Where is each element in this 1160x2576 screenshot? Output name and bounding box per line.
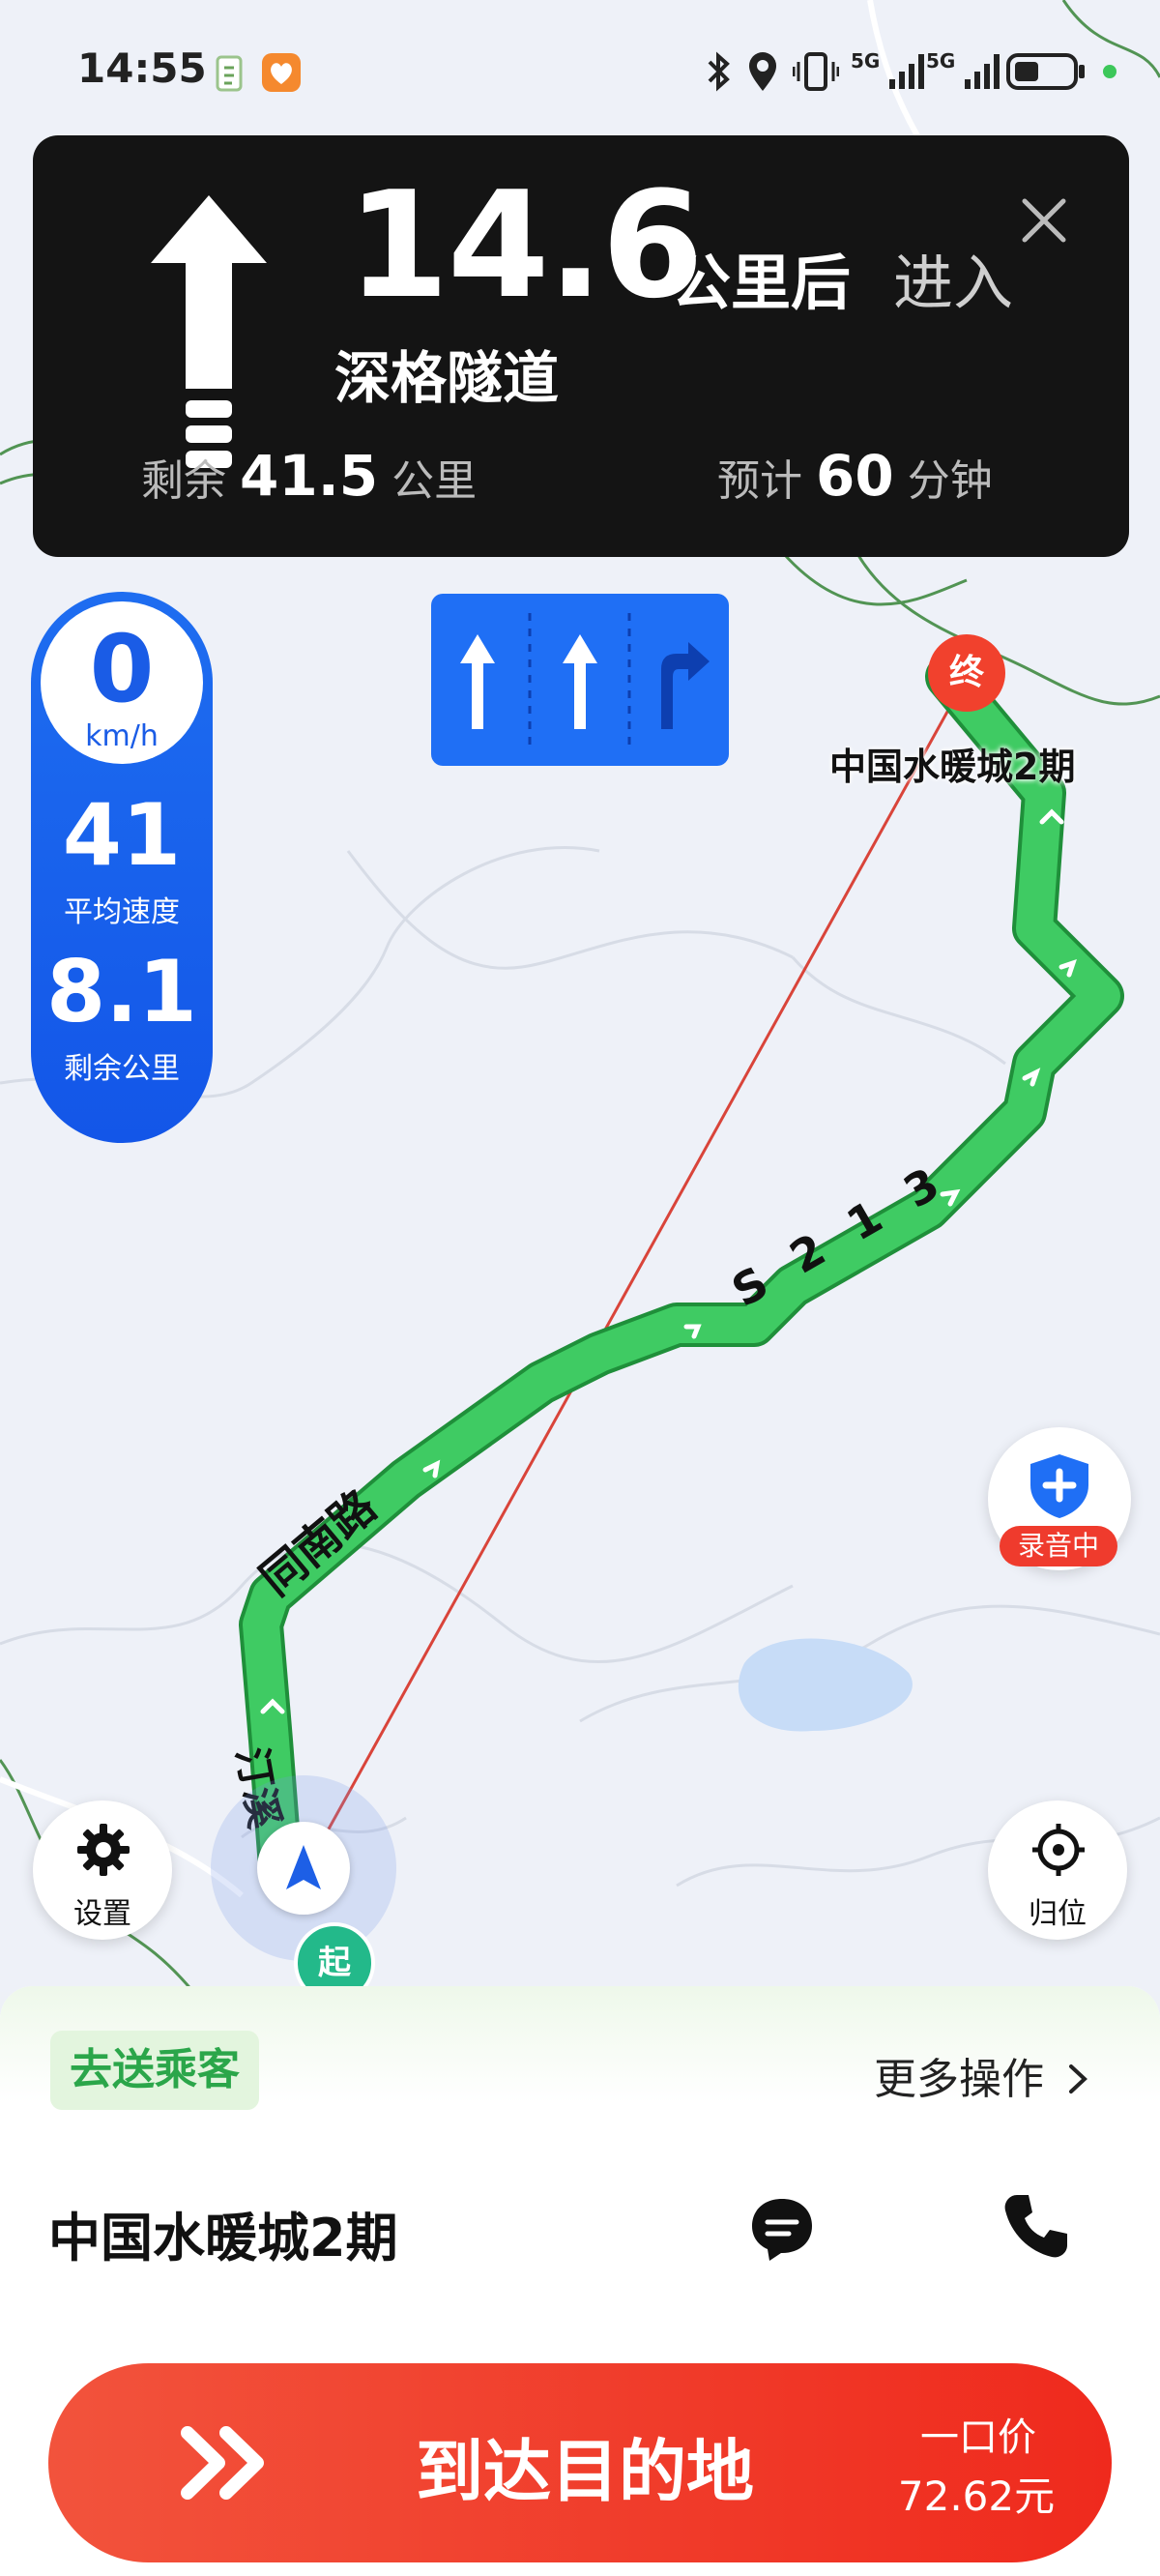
crosshair-icon (1032, 1824, 1085, 1876)
average-speed-value: 41 (62, 785, 182, 885)
settings-button[interactable]: 设置 (33, 1800, 172, 1940)
eta-unit: 分钟 (907, 456, 993, 506)
distance-unit: 公里后 (671, 248, 852, 318)
remaining-km-label: 剩余公里 (64, 1052, 180, 1086)
navigation-banner: 14.6 公里后 进入 深格隧道 剩余 41.5 公里 预计 60 分钟 (33, 135, 1129, 557)
end-pin[interactable]: 终 (928, 634, 1005, 712)
remaining-km-value: 8.1 (46, 942, 197, 1041)
arrive-label: 到达目的地 (416, 2432, 754, 2511)
double-chevron-right-icon (181, 2426, 264, 2500)
remaining-label: 剩余 (141, 456, 226, 506)
arrive-destination-button[interactable]: 到达目的地 一口价 72.62元 (48, 2363, 1112, 2562)
speed-unit: km/h (85, 719, 159, 753)
recenter-label: 归位 (1029, 1897, 1087, 1931)
remaining-value: 41.5 (240, 443, 379, 509)
next-action: 进入 (893, 248, 1014, 318)
eta-label: 预计 (717, 456, 802, 506)
settings-label: 设置 (73, 1897, 131, 1931)
trip-sheet: 去送乘客 更多操作 中国水暖城2期 到达目的地 一口价 72.62元 (0, 1986, 1160, 2576)
next-road-name: 深格隧道 (334, 345, 560, 411)
more-operations-button[interactable]: 更多操作 (874, 2044, 1090, 2106)
speed-panel: 0 km/h 41 平均速度 8.1 剩余公里 (31, 592, 213, 1143)
trip-status-tag: 去送乘客 (50, 2031, 259, 2110)
recenter-button[interactable]: 归位 (988, 1800, 1127, 1940)
phone-icon[interactable] (1000, 2189, 1073, 2263)
price-label: 一口价 (920, 2415, 1036, 2460)
svg-text:5G: 5G (926, 49, 955, 73)
status-time: 14:55 (77, 44, 207, 92)
battery-icon (1006, 53, 1085, 90)
signal-5g-icon: 5G (926, 49, 1000, 89)
destination-title: 中国水暖城2期 (48, 2208, 398, 2269)
more-operations-label: 更多操作 (874, 2055, 1044, 2104)
lane-guidance (431, 594, 729, 766)
map-destination-label: 中国水暖城2期 (829, 746, 1076, 788)
notification-badge-icon (216, 55, 243, 92)
speed-value: 0 (89, 615, 155, 723)
average-speed-label: 平均速度 (64, 895, 180, 929)
svg-text:5G: 5G (851, 49, 880, 73)
remaining-distance: 剩余 41.5 公里 (141, 443, 477, 509)
eta-value: 60 (816, 443, 894, 509)
location-icon (749, 52, 776, 91)
current-speed: 0 km/h (41, 601, 203, 764)
current-location-marker (257, 1822, 350, 1915)
signal-5g-icon: 5G (851, 49, 924, 89)
lane-arrows-icon (460, 613, 710, 748)
app-notification-icon (262, 53, 301, 92)
shield-plus-icon (1030, 1454, 1088, 1518)
message-icon[interactable] (748, 2195, 816, 2263)
gear-icon (77, 1824, 130, 1876)
chevron-right-icon (1069, 2064, 1088, 2093)
remaining-unit: 公里 (392, 456, 478, 506)
status-bar: 14:55 5G 5G (0, 39, 1160, 106)
close-icon[interactable] (1017, 193, 1071, 248)
dot-indicator-icon (1103, 65, 1116, 78)
eta: 预计 60 分钟 (717, 443, 993, 509)
next-turn-distance: 14.6 (347, 160, 704, 331)
price-value: 72.62元 (897, 2473, 1056, 2520)
recording-badge: 录音中 (1000, 1526, 1117, 1566)
bluetooth-icon (708, 51, 730, 92)
vibrate-icon (793, 52, 839, 91)
straight-arrow-icon (151, 195, 267, 468)
navigation-arrow-icon (286, 1845, 321, 1889)
